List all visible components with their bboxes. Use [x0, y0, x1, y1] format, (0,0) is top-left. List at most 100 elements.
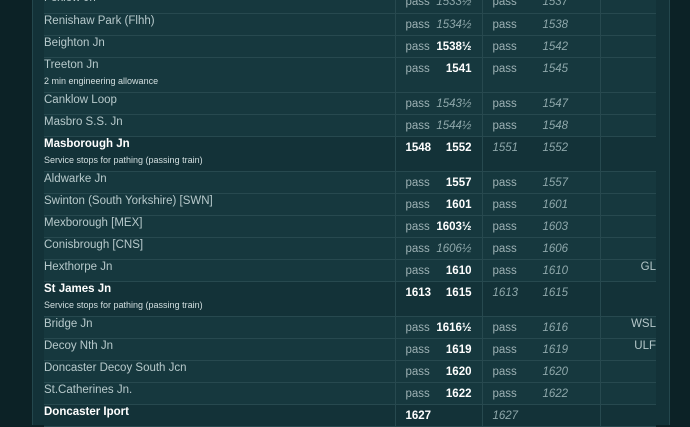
timetable-row[interactable]: Doncaster Iport 1627 1627: [44, 404, 656, 427]
departure-time: 1552: [445, 141, 472, 154]
timing-cell-b: pass 1606: [481, 237, 600, 260]
timetable-row[interactable]: Bridge Jn pass 1616½ pass 1616 WSL: [44, 316, 656, 339]
location-cell: Decoy Nth Jn: [44, 338, 395, 361]
location-name: Beighton Jn: [44, 36, 105, 49]
location-cell: Hexthorpe Jn: [44, 259, 395, 282]
timing-cell-b: pass 1603: [481, 215, 600, 238]
location-cell: St.Catherines Jn.: [44, 382, 395, 405]
location-cell: Aldwarke Jn: [44, 171, 395, 194]
timing-cell-a: pass 1619: [394, 338, 482, 361]
compare-departure: 1601: [542, 198, 569, 211]
timing-cell-b: pass 1610: [481, 259, 600, 282]
compare-departure: 1616: [542, 321, 569, 334]
timetable-row[interactable]: Canklow Loop pass 1543½ pass 1547: [44, 92, 656, 115]
location-name: Foxlow Jn: [44, 0, 395, 5]
arrival-time: pass: [405, 264, 430, 277]
departure-time: 1557: [445, 176, 472, 189]
timetable-row[interactable]: Conisbrough [CNS] pass 1606½ pass 1606: [44, 237, 656, 260]
timetable-table: Foxlow Jn pass 1533½ pass 1537 Renishaw Park …: [44, 0, 656, 427]
compare-departure: 1548: [542, 119, 569, 132]
location-cell: Beighton Jn: [44, 35, 395, 58]
compare-departure: 1547: [542, 97, 569, 110]
location-name: Masborough Jn: [44, 137, 130, 150]
location-name: Doncaster Iport: [44, 405, 129, 418]
timetable-row[interactable]: Aldwarke Jn pass 1557 pass 1557: [44, 171, 656, 194]
location-name: Treeton Jn: [44, 58, 99, 71]
timetable-row[interactable]: St.Catherines Jn. pass 1622 pass 1622: [44, 382, 656, 405]
compare-departure: 1552: [542, 141, 569, 154]
timetable-row[interactable]: Decoy Nth Jn pass 1619 pass 1619 ULF: [44, 338, 656, 361]
line-code: [599, 114, 656, 137]
location-cell: Treeton Jn 2 min engineering allowance: [44, 57, 395, 93]
location-cell: Doncaster Iport: [44, 404, 395, 427]
location-note: Service stops for pathing (passing train…: [44, 154, 203, 165]
compare-arrival: pass: [492, 321, 517, 334]
timetable-row[interactable]: Masbro S.S. Jn pass 1544½ pass 1548: [44, 114, 656, 137]
compare-arrival: pass: [492, 387, 517, 400]
departure-time: 1606½: [436, 242, 472, 255]
compare-departure: 1622: [542, 387, 569, 400]
arrival-time: pass: [405, 0, 430, 8]
compare-departure: 1538: [542, 18, 569, 31]
compare-arrival: pass: [492, 0, 517, 8]
timing-cell-b: 1551 1552: [481, 136, 600, 172]
arrival-time: pass: [405, 62, 430, 75]
compare-arrival: pass: [492, 40, 517, 53]
timing-cell-a: pass 1622: [394, 382, 482, 405]
departure-time: 1533½: [436, 0, 472, 8]
compare-arrival: 1613: [492, 286, 519, 299]
location-name: Aldwarke Jn: [44, 172, 107, 185]
arrival-time: pass: [405, 18, 430, 31]
departure-time: 1610: [445, 264, 472, 277]
timetable-row[interactable]: Treeton Jn 2 min engineering allowance pas…: [44, 57, 656, 93]
timing-cell-b: pass 1557: [481, 171, 600, 194]
timing-cell-a: pass 1620: [394, 360, 482, 383]
compare-departure: 1557: [542, 176, 569, 189]
location-cell: Renishaw Park (Flhh): [44, 13, 395, 36]
timetable-row[interactable]: Mexborough [MEX] pass 1603½ pass 1603: [44, 215, 656, 238]
arrival-time: 1627: [405, 409, 432, 422]
line-code: [599, 13, 656, 36]
timetable-row[interactable]: St James Jn Service stops for pathing (pa…: [44, 281, 656, 317]
timetable-row[interactable]: Doncaster Decoy South Jcn pass 1620 pass 162…: [44, 360, 656, 383]
timing-cell-a: pass 1603½: [394, 215, 482, 238]
line-code: [599, 281, 656, 317]
departure-time: 1601: [445, 198, 472, 211]
location-name: St.Catherines Jn.: [44, 383, 133, 396]
departure-time: 1541: [445, 62, 472, 75]
compare-arrival: 1551: [492, 141, 519, 154]
location-cell: Foxlow Jn: [44, 0, 395, 14]
timetable-row[interactable]: Swinton (South Yorkshire) [SWN] pass 1601 p…: [44, 193, 656, 216]
location-cell: Canklow Loop: [44, 92, 395, 115]
line-code: [599, 171, 656, 194]
timetable-row[interactable]: Beighton Jn pass 1538½ pass 1542: [44, 35, 656, 58]
timetable-row[interactable]: Renishaw Park (Flhh) pass 1534½ pass 1538: [44, 13, 656, 36]
line-code: [599, 404, 656, 427]
location-cell: Doncaster Decoy South Jcn: [44, 360, 395, 383]
timetable-row[interactable]: Foxlow Jn pass 1533½ pass 1537: [44, 0, 656, 14]
compare-arrival: pass: [492, 176, 517, 189]
compare-arrival: 1627: [492, 409, 519, 422]
timing-cell-a: pass 1533½: [394, 0, 482, 14]
timing-cell-a: pass 1610: [394, 259, 482, 282]
compare-arrival: pass: [492, 242, 517, 255]
location-name: Hexthorpe Jn: [44, 260, 113, 273]
timing-cell-a: pass 1616½: [394, 316, 482, 339]
timetable-row[interactable]: Masborough Jn Service stops for pathing (…: [44, 136, 656, 172]
timing-cell-b: pass 1542: [481, 35, 600, 58]
departure-time: 1538½: [436, 40, 472, 53]
departure-time: 1615: [445, 286, 472, 299]
compare-departure: 1606: [542, 242, 569, 255]
timing-cell-a: pass 1538½: [394, 35, 482, 58]
departure-time: 1543½: [436, 97, 472, 110]
compare-departure: 1537: [542, 0, 569, 8]
line-code: GL: [599, 259, 656, 282]
compare-departure: 1603: [542, 220, 569, 233]
location-cell: Conisbrough [CNS]: [44, 237, 395, 260]
timing-cell-b: pass 1537: [481, 0, 600, 14]
timetable-row[interactable]: Hexthorpe Jn pass 1610 pass 1610 GL: [44, 259, 656, 282]
location-name: Mexborough [MEX]: [44, 216, 143, 229]
arrival-time: pass: [405, 220, 430, 233]
location-name: Decoy Nth Jn: [44, 339, 114, 352]
line-code: [599, 360, 656, 383]
